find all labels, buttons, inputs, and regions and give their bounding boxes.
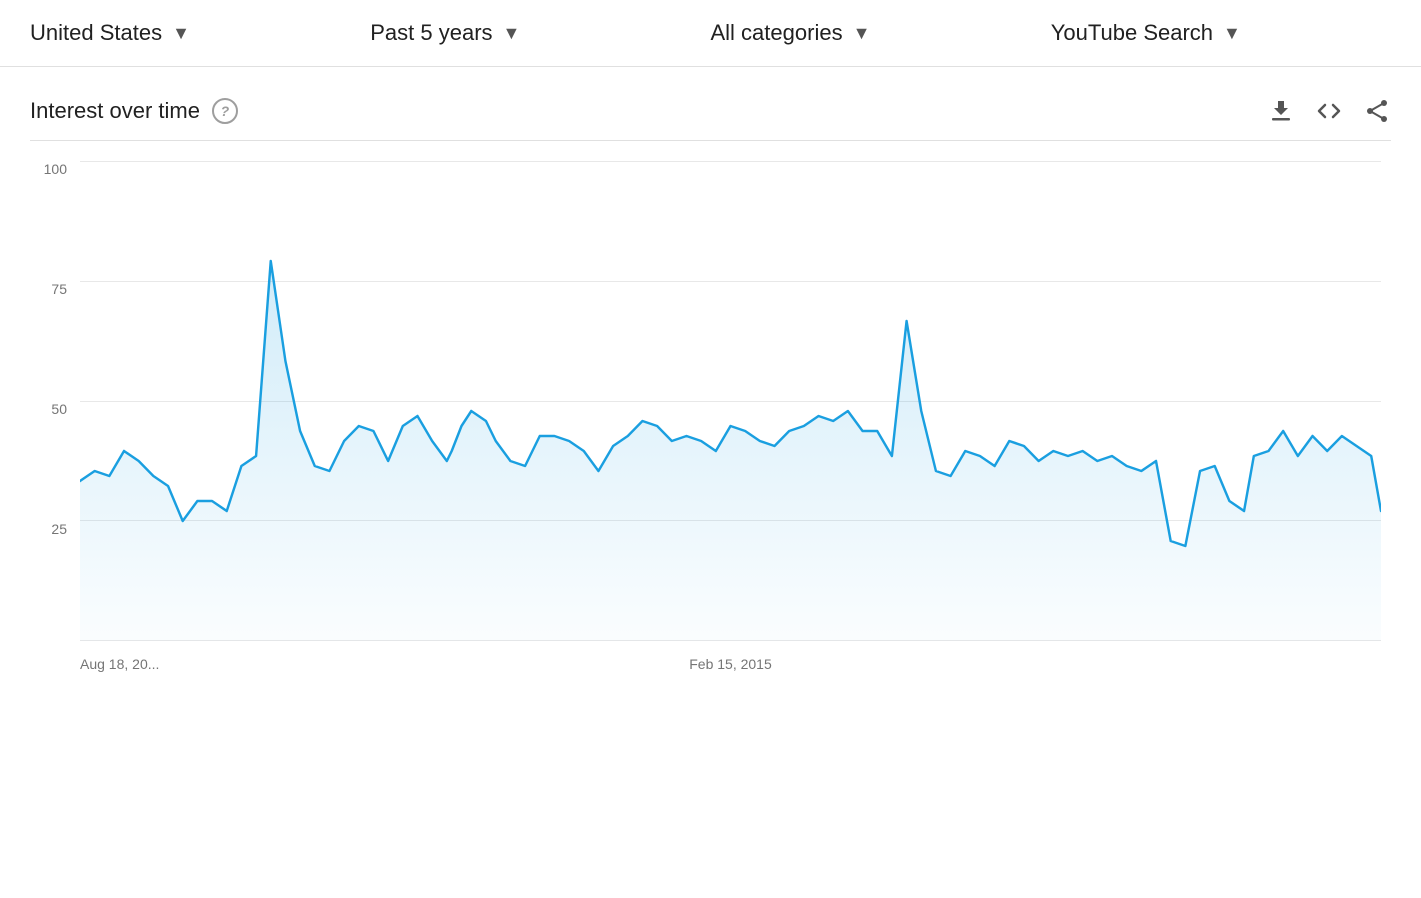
categories-label: All categories xyxy=(711,20,843,46)
time-chevron: ▼ xyxy=(503,23,521,44)
chart-container: 25 50 75 100 xyxy=(0,140,1421,711)
section-title: Interest over time xyxy=(30,98,200,124)
categories-chevron: ▼ xyxy=(853,23,871,44)
y-label-25: 25 xyxy=(30,521,75,537)
section-actions xyxy=(1267,97,1391,125)
region-filter[interactable]: United States ▼ xyxy=(30,20,370,46)
y-label-50: 50 xyxy=(30,401,75,417)
region-chevron: ▼ xyxy=(172,23,190,44)
filter-bar: United States ▼ Past 5 years ▼ All categ… xyxy=(0,0,1421,67)
share-button[interactable] xyxy=(1363,97,1391,125)
embed-button[interactable] xyxy=(1315,97,1343,125)
y-label-75: 75 xyxy=(30,281,75,297)
chart-wrapper: 25 50 75 100 xyxy=(80,161,1381,681)
y-axis: 25 50 75 100 xyxy=(30,161,75,641)
chart-divider xyxy=(30,140,1391,141)
time-label: Past 5 years xyxy=(370,20,492,46)
x-label-left: Aug 18, 20... xyxy=(80,656,159,672)
source-label: YouTube Search xyxy=(1051,20,1213,46)
categories-filter[interactable]: All categories ▼ xyxy=(711,20,1051,46)
section-header: Interest over time ? xyxy=(0,67,1421,140)
section-title-area: Interest over time ? xyxy=(30,98,238,124)
trend-chart xyxy=(80,161,1381,641)
download-button[interactable] xyxy=(1267,97,1295,125)
region-label: United States xyxy=(30,20,162,46)
x-axis: Aug 18, 20... Feb 15, 2015 xyxy=(80,646,1381,681)
source-chevron: ▼ xyxy=(1223,23,1241,44)
x-label-center: Feb 15, 2015 xyxy=(689,656,772,672)
source-filter[interactable]: YouTube Search ▼ xyxy=(1051,20,1391,46)
help-icon[interactable]: ? xyxy=(212,98,238,124)
y-label-100: 100 xyxy=(30,161,75,177)
time-filter[interactable]: Past 5 years ▼ xyxy=(370,20,710,46)
